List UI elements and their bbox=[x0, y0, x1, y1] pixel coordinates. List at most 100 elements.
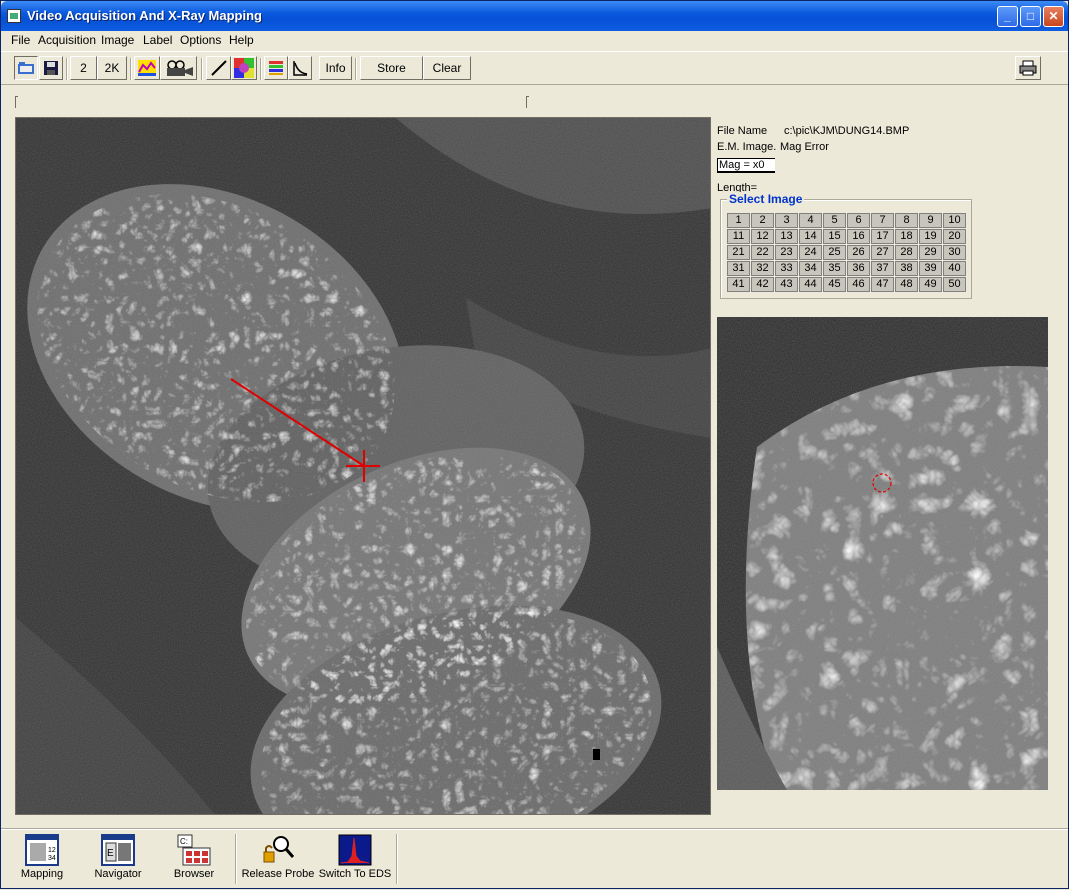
browser-button[interactable]: C: Browser bbox=[165, 834, 223, 880]
clear-button[interactable]: Clear bbox=[423, 56, 471, 80]
menu-label[interactable]: Label bbox=[143, 33, 172, 47]
image-select-cell[interactable]: 46 bbox=[847, 277, 870, 292]
navigator-icon: E bbox=[101, 834, 135, 866]
image-select-cell[interactable]: 23 bbox=[775, 245, 798, 260]
image-select-cell[interactable]: 42 bbox=[751, 277, 774, 292]
resolution-2k-button[interactable]: 2K bbox=[97, 56, 127, 80]
minimize-button[interactable]: _ bbox=[997, 6, 1018, 27]
image-select-cell[interactable]: 4 bbox=[799, 213, 822, 228]
image-select-cell[interactable]: 19 bbox=[919, 229, 942, 244]
color-bars-button[interactable] bbox=[264, 56, 288, 80]
image-select-cell[interactable]: 45 bbox=[823, 277, 846, 292]
image-select-cell[interactable]: 27 bbox=[871, 245, 894, 260]
image-select-cell[interactable]: 39 bbox=[919, 261, 942, 276]
resolution-2-button[interactable]: 2 bbox=[70, 56, 97, 80]
image-select-cell[interactable]: 25 bbox=[823, 245, 846, 260]
info-button[interactable]: Info bbox=[319, 56, 352, 80]
image-select-cell[interactable]: 2 bbox=[751, 213, 774, 228]
image-select-cell[interactable]: 49 bbox=[919, 277, 942, 292]
color-map-button[interactable] bbox=[231, 56, 257, 80]
image-select-cell[interactable]: 28 bbox=[895, 245, 918, 260]
image-select-cell[interactable]: 1 bbox=[727, 213, 750, 228]
save-button[interactable] bbox=[39, 56, 63, 80]
menu-file[interactable]: File bbox=[11, 33, 30, 47]
open-button[interactable] bbox=[14, 56, 38, 80]
main-sem-image[interactable] bbox=[15, 117, 711, 815]
video-camera-button[interactable] bbox=[160, 56, 197, 80]
image-select-cell[interactable]: 7 bbox=[871, 213, 894, 228]
title-bar[interactable]: Video Acquisition And X-Ray Mapping _ □ … bbox=[1, 1, 1068, 31]
store-button[interactable]: Store bbox=[360, 56, 423, 80]
image-select-cell[interactable]: 38 bbox=[895, 261, 918, 276]
mapping-icon: 12 34 bbox=[25, 834, 59, 866]
image-select-cell[interactable]: 36 bbox=[847, 261, 870, 276]
image-select-cell[interactable]: 30 bbox=[943, 245, 966, 260]
image-select-cell[interactable]: 47 bbox=[871, 277, 894, 292]
image-select-cell[interactable]: 11 bbox=[727, 229, 750, 244]
select-image-group: Select Image 1 2 3 4 5 6 7 8 9 10 11 12 13 14 15 16 17 18… bbox=[720, 192, 972, 299]
navigator-button[interactable]: E Navigator bbox=[87, 834, 149, 880]
image-select-cell[interactable]: 43 bbox=[775, 277, 798, 292]
image-select-cell[interactable]: 9 bbox=[919, 213, 942, 228]
profile-curve-button[interactable] bbox=[288, 56, 312, 80]
image-select-cell[interactable]: 24 bbox=[799, 245, 822, 260]
image-select-cell[interactable]: 50 bbox=[943, 277, 966, 292]
image-select-cell[interactable]: 20 bbox=[943, 229, 966, 244]
line-tool-icon bbox=[210, 60, 227, 76]
browser-icon: C: bbox=[177, 834, 211, 866]
image-select-cell[interactable]: 14 bbox=[799, 229, 822, 244]
image-select-cell[interactable]: 29 bbox=[919, 245, 942, 260]
spectrum-graph-icon bbox=[138, 60, 156, 76]
magnification-field[interactable]: Mag = x0 bbox=[717, 158, 775, 173]
zoom-sem-image[interactable] bbox=[717, 317, 1048, 790]
app-icon[interactable] bbox=[7, 9, 21, 23]
image-select-cell[interactable]: 34 bbox=[799, 261, 822, 276]
image-select-cell[interactable]: 5 bbox=[823, 213, 846, 228]
menu-bar: File Acquisition Image Label Options Hel… bbox=[1, 31, 1068, 50]
print-button[interactable] bbox=[1015, 56, 1041, 80]
image-select-cell[interactable]: 3 bbox=[775, 213, 798, 228]
slider-handle-right[interactable] bbox=[526, 96, 529, 108]
menu-image[interactable]: Image bbox=[101, 33, 134, 47]
switch-to-eds-button[interactable]: Switch To EDS bbox=[317, 834, 393, 880]
svg-text:12: 12 bbox=[48, 847, 56, 854]
image-select-cell[interactable]: 13 bbox=[775, 229, 798, 244]
image-select-cell[interactable]: 32 bbox=[751, 261, 774, 276]
image-select-cell[interactable]: 6 bbox=[847, 213, 870, 228]
release-probe-button[interactable]: Release Probe bbox=[241, 834, 315, 880]
navigator-label: Navigator bbox=[94, 868, 142, 880]
close-button[interactable]: ✕ bbox=[1043, 6, 1064, 27]
image-select-cell[interactable]: 48 bbox=[895, 277, 918, 292]
image-select-cell[interactable]: 44 bbox=[799, 277, 822, 292]
menu-acquisition[interactable]: Acquisition bbox=[38, 33, 96, 47]
image-select-cell[interactable]: 31 bbox=[727, 261, 750, 276]
image-select-cell[interactable]: 40 bbox=[943, 261, 966, 276]
menu-help[interactable]: Help bbox=[229, 33, 254, 47]
image-select-cell[interactable]: 18 bbox=[895, 229, 918, 244]
slider-handle-left[interactable] bbox=[15, 96, 18, 108]
mag-error-label: Mag Error bbox=[780, 141, 829, 153]
maximize-button[interactable]: □ bbox=[1020, 6, 1041, 27]
image-select-cell[interactable]: 35 bbox=[823, 261, 846, 276]
image-select-cell[interactable]: 22 bbox=[751, 245, 774, 260]
draw-line-button[interactable] bbox=[206, 56, 231, 80]
image-select-cell[interactable]: 16 bbox=[847, 229, 870, 244]
image-select-cell[interactable]: 37 bbox=[871, 261, 894, 276]
image-select-cell[interactable]: 15 bbox=[823, 229, 846, 244]
spectrum-button[interactable] bbox=[134, 56, 160, 80]
image-select-cell[interactable]: 26 bbox=[847, 245, 870, 260]
zoom-micrograph bbox=[717, 317, 1048, 790]
image-select-cell[interactable]: 41 bbox=[727, 277, 750, 292]
image-select-cell[interactable]: 12 bbox=[751, 229, 774, 244]
menu-options[interactable]: Options bbox=[180, 33, 221, 47]
mapping-button[interactable]: 12 34 Mapping bbox=[13, 834, 71, 880]
image-select-cell[interactable]: 17 bbox=[871, 229, 894, 244]
select-image-title: Select Image bbox=[727, 192, 805, 206]
image-select-cell[interactable]: 10 bbox=[943, 213, 966, 228]
mapping-label: Mapping bbox=[20, 868, 64, 880]
toolbar-separator bbox=[66, 58, 68, 80]
image-select-cell[interactable]: 8 bbox=[895, 213, 918, 228]
curve-graph-icon bbox=[293, 61, 308, 76]
image-select-cell[interactable]: 33 bbox=[775, 261, 798, 276]
image-select-cell[interactable]: 21 bbox=[727, 245, 750, 260]
